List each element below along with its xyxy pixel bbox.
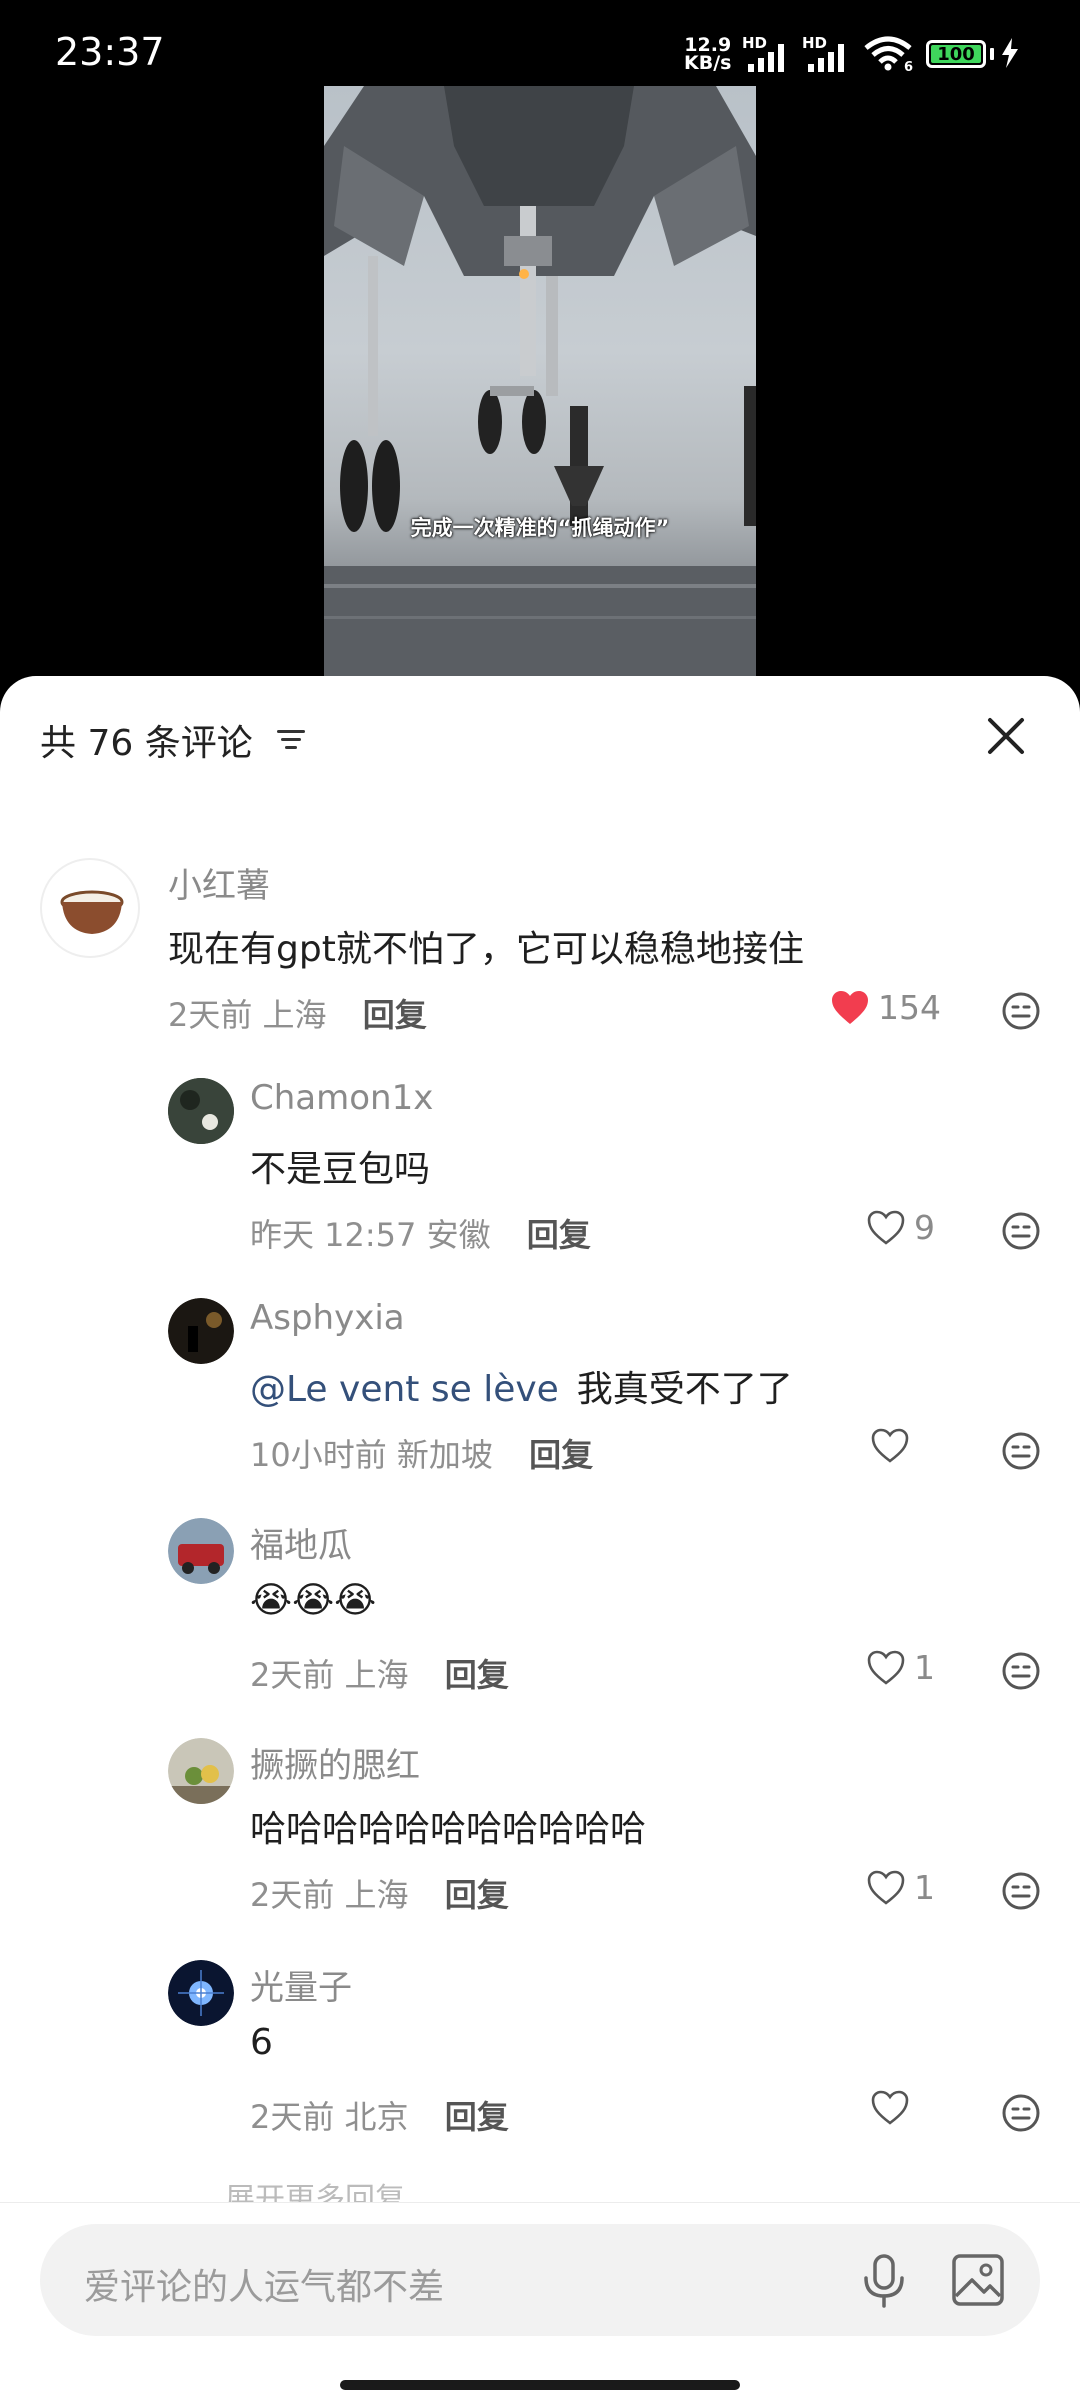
comment-meta: 2天前 北京 回复 (250, 2092, 509, 2138)
sort-filter-icon[interactable] (275, 725, 309, 755)
input-divider (0, 2202, 1080, 2203)
avatar[interactable] (40, 858, 140, 958)
like-count: 1 (914, 1648, 935, 1687)
comment-text: 😭😭😭 (250, 1580, 377, 1621)
reply-button[interactable]: 回复 (445, 2098, 509, 2136)
avatar[interactable] (168, 1738, 234, 1804)
comment-meta: 昨天 12:57 安徽 回复 (250, 1210, 591, 1256)
comment-meta: 2天前 上海 回复 (168, 990, 427, 1036)
like-button[interactable]: 1 (866, 1648, 935, 1687)
status-bar: 23:37 12.9 KB/s HD HD 6 100 (0, 0, 1080, 86)
charging-icon (1002, 38, 1018, 68)
status-time: 23:37 (55, 30, 165, 74)
home-indicator[interactable] (340, 2380, 740, 2390)
comment-author[interactable]: 小红薯 (168, 858, 270, 907)
comment-count-title: 共 76 条评论 (40, 723, 253, 764)
comment-text: 现在有gpt就不怕了，它可以稳稳地接住 (168, 929, 804, 970)
reply-button[interactable]: 回复 (363, 996, 427, 1034)
mention-link[interactable]: @Le vent se lève (250, 1369, 559, 1410)
comment-input[interactable]: 爱评论的人运气都不差 (40, 2224, 1040, 2336)
avatar[interactable] (168, 1960, 234, 2026)
emoji-reaction-icon[interactable] (1000, 1870, 1042, 1912)
comment-author[interactable]: Asphyxia (250, 1298, 405, 1338)
comment-author[interactable]: 福地瓜 (250, 1518, 352, 1567)
cell-signal-2-icon: HD (802, 34, 858, 74)
comment-time: 2天前 (168, 996, 253, 1034)
like-button[interactable] (870, 2090, 918, 2126)
avatar[interactable] (168, 1518, 234, 1584)
heart-outline-icon (867, 1870, 905, 1905)
comment-time: 昨天 12:57 (250, 1216, 417, 1254)
battery-level: 100 (937, 44, 975, 65)
comment-text-body: 我真受不了了 (576, 1369, 793, 1410)
avatar[interactable] (168, 1078, 234, 1144)
battery-icon: 100 (926, 40, 986, 68)
reply-button[interactable]: 回复 (527, 1216, 591, 1254)
sheet-header: 共 76 条评论 (40, 710, 309, 770)
like-button[interactable]: 154 (830, 988, 941, 1027)
comment-time: 10小时前 (250, 1436, 387, 1474)
comment-location: 新加坡 (396, 1436, 493, 1474)
reply-button[interactable]: 回复 (445, 1876, 509, 1914)
comment-meta: 2天前 上海 回复 (250, 1870, 509, 1916)
cell-signal-1-icon: HD (742, 34, 798, 74)
comment-author[interactable]: 撅撅的腮红 (250, 1738, 420, 1787)
comment-time: 2天前 (250, 2098, 335, 2136)
video-player[interactable]: 完成一次精准的“抓绳动作” (324, 86, 756, 676)
comment-location: 上海 (262, 996, 327, 1034)
heart-outline-icon (871, 1428, 909, 1463)
wifi-6-label: 6 (904, 60, 913, 72)
video-frame-jet (324, 86, 756, 676)
comment-location: 北京 (344, 2098, 409, 2136)
wifi-icon: 6 (864, 36, 913, 72)
comment-location: 安徽 (426, 1216, 491, 1254)
network-speed-unit: KB/s (684, 52, 732, 74)
video-caption: 完成一次精准的“抓绳动作” (410, 516, 670, 540)
comment-text: 6 (250, 2022, 273, 2063)
comment-location: 上海 (344, 1876, 409, 1914)
like-button[interactable]: 9 (866, 1208, 935, 1247)
comment-location: 上海 (344, 1656, 409, 1694)
comment-author[interactable]: 光量子 (250, 1960, 352, 2009)
heart-outline-icon (867, 1650, 905, 1685)
avatar[interactable] (168, 1298, 234, 1364)
microphone-icon[interactable] (860, 2252, 908, 2310)
emoji-reaction-icon[interactable] (1000, 1210, 1042, 1252)
comment-meta: 2天前 上海 回复 (250, 1650, 509, 1696)
expand-more-replies[interactable]: 展开更多回复 (225, 2174, 405, 2202)
like-count: 9 (914, 1208, 935, 1247)
comment-text: @Le vent se lève 我真受不了了 (250, 1360, 793, 1412)
heart-outline-icon (867, 1210, 905, 1245)
comment-text: 哈哈哈哈哈哈哈哈哈哈哈 (250, 1809, 647, 1850)
network-speed: 12.9 KB/s (684, 36, 732, 74)
battery-nub (990, 48, 994, 60)
like-count: 154 (878, 988, 941, 1027)
reply-button[interactable]: 回复 (445, 1656, 509, 1694)
comment-meta: 10小时前 新加坡 回复 (250, 1430, 593, 1476)
image-picker-icon[interactable] (950, 2252, 1006, 2308)
emoji-reaction-icon[interactable] (1000, 1430, 1042, 1472)
like-button[interactable] (870, 1428, 918, 1464)
emoji-reaction-icon[interactable] (1000, 1650, 1042, 1692)
comment-sheet: 共 76 条评论 小红薯 现在有gpt就不怕了，它可以稳稳地接住 2天前 上海 … (0, 676, 1080, 2400)
comment-time: 2天前 (250, 1876, 335, 1914)
close-icon[interactable] (984, 714, 1028, 758)
emoji-reaction-icon[interactable] (1000, 2092, 1042, 2134)
reply-button[interactable]: 回复 (529, 1436, 593, 1474)
heart-filled-icon (832, 990, 868, 1024)
comment-input-placeholder: 爱评论的人运气都不差 (84, 2267, 445, 2308)
like-count: 1 (914, 1868, 935, 1907)
comment-text: 不是豆包吗 (250, 1149, 431, 1190)
like-button[interactable]: 1 (866, 1868, 935, 1907)
comment-time: 2天前 (250, 1656, 335, 1694)
heart-outline-icon (871, 2090, 909, 2125)
emoji-reaction-icon[interactable] (1000, 990, 1042, 1032)
comment-author[interactable]: Chamon1x (250, 1078, 433, 1118)
